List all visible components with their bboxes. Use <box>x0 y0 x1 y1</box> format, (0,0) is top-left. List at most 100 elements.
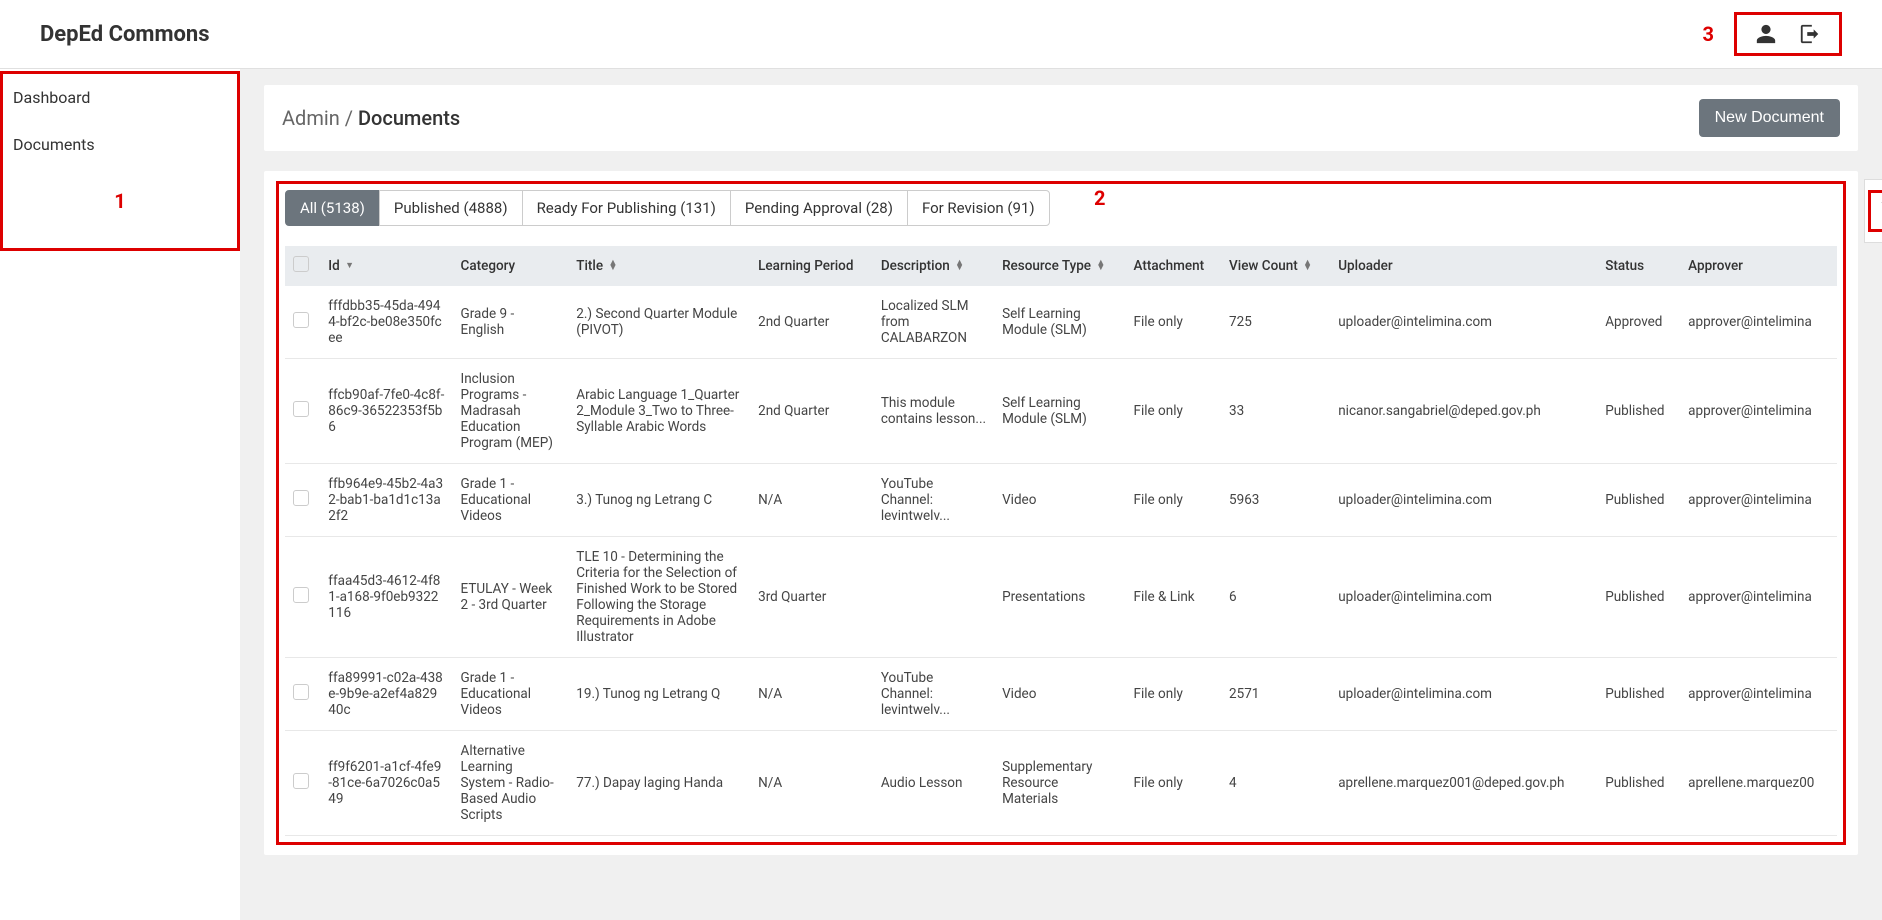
cell-category: Alternative Learning System - Radio-Base… <box>453 731 569 836</box>
col-check <box>285 246 320 286</box>
col-approver-label: Approver <box>1688 258 1743 274</box>
cell-status: Published <box>1597 731 1680 836</box>
table-row[interactable]: ffcb90af-7fe0-4c8f-86c9-36522353f5b6Incl… <box>285 359 1837 464</box>
tab-0[interactable]: All (5138) <box>285 190 380 226</box>
table-row[interactable]: ffb964e9-45b2-4a32-bab1-ba1d1c13a2f2Grad… <box>285 464 1837 537</box>
cell-id: ffaa45d3-4612-4f81-a168-9f0eb9322116 <box>320 537 452 658</box>
col-attachment[interactable]: Attachment <box>1126 246 1222 286</box>
col-resource-type-label: Resource Type <box>1002 258 1091 274</box>
cell-approver: approver@intelimina <box>1680 658 1837 731</box>
tab-1[interactable]: Published (4888) <box>379 190 523 226</box>
status-tabs: All (5138)Published (4888)Ready For Publ… <box>285 190 1837 226</box>
col-attachment-label: Attachment <box>1134 258 1205 274</box>
breadcrumb-current: Documents <box>358 106 460 130</box>
cell-id: ff9f6201-a1cf-4fe9-81ce-6a7026c0a549 <box>320 731 452 836</box>
layout: Dashboard Documents 1 Admin / Documents … <box>0 69 1882 920</box>
col-category-label: Category <box>461 258 516 274</box>
table-row[interactable]: ffaa45d3-4612-4f81-a168-9f0eb9322116ETUL… <box>285 537 1837 658</box>
cell-uploader: nicanor.sangabriel@deped.gov.ph <box>1330 359 1597 464</box>
cell-uploader: uploader@intelimina.com <box>1330 537 1597 658</box>
cell-view-count: 5963 <box>1221 464 1330 537</box>
annotation-box-3 <box>1734 12 1842 56</box>
cell-approver: approver@intelimina <box>1680 359 1837 464</box>
sort-desc-icon: ▼ <box>345 264 354 269</box>
table-row[interactable]: fffdbb35-45da-4944-bf2c-be08e350fceeGrad… <box>285 286 1837 359</box>
row-checkbox[interactable] <box>293 773 309 789</box>
row-checkbox[interactable] <box>293 401 309 417</box>
cell-attachment: File only <box>1126 359 1222 464</box>
page-header: Admin / Documents New Document <box>264 85 1858 151</box>
annotation-3-label: 3 <box>1703 22 1714 46</box>
sidebar-item-documents[interactable]: Documents <box>3 121 237 168</box>
cell-resource-type: Video <box>994 464 1125 537</box>
col-uploader[interactable]: Uploader <box>1330 246 1597 286</box>
cell-learning-period: 3rd Quarter <box>750 537 873 658</box>
col-description[interactable]: Description ▲▼ <box>873 246 994 286</box>
col-status[interactable]: Status <box>1597 246 1680 286</box>
cell-status: Published <box>1597 359 1680 464</box>
col-view-count-label: View Count <box>1229 258 1298 274</box>
table-row[interactable]: ff9f6201-a1cf-4fe9-81ce-6a7026c0a549Alte… <box>285 731 1837 836</box>
cell-title: Arabic Language 1_Quarter 2_Module 3_Two… <box>568 359 750 464</box>
row-checkbox[interactable] <box>293 684 309 700</box>
cell-resource-type: Video <box>994 658 1125 731</box>
cell-uploader: uploader@intelimina.com <box>1330 286 1597 359</box>
tab-4[interactable]: For Revision (91) <box>907 190 1050 226</box>
cell-title: 77.) Dapay laging Handa <box>568 731 750 836</box>
col-title-label: Title <box>576 258 603 274</box>
breadcrumb: Admin / Documents <box>282 106 460 130</box>
cell-resource-type: Presentations <box>994 537 1125 658</box>
cell-learning-period: N/A <box>750 658 873 731</box>
col-approver[interactable]: Approver <box>1680 246 1837 286</box>
cell-uploader: uploader@intelimina.com <box>1330 658 1597 731</box>
row-checkbox[interactable] <box>293 312 309 328</box>
col-id[interactable]: Id ▼ <box>320 246 452 286</box>
main-content: Admin / Documents New Document 2 All (51… <box>240 69 1882 920</box>
table-wrap: Id ▼ Category Title ▲▼ <box>285 246 1837 836</box>
cell-status: Published <box>1597 464 1680 537</box>
filter-panel: 4 <box>1864 179 1882 243</box>
cell-attachment: File only <box>1126 731 1222 836</box>
header-right: 3 <box>1703 12 1842 56</box>
col-resource-type[interactable]: Resource Type ▲▼ <box>994 246 1125 286</box>
cell-resource-type: Supplementary Resource Materials <box>994 731 1125 836</box>
cell-resource-type: Self Learning Module (SLM) <box>994 286 1125 359</box>
cell-category: Inclusion Programs - Madrasah Education … <box>453 359 569 464</box>
cell-view-count: 725 <box>1221 286 1330 359</box>
sort-icon: ▲▼ <box>1096 261 1105 271</box>
col-view-count[interactable]: View Count ▲▼ <box>1221 246 1330 286</box>
annotation-1-label: 1 <box>114 189 125 213</box>
cell-uploader: aprellene.marquez001@deped.gov.ph <box>1330 731 1597 836</box>
table-row[interactable]: ffa89991-c02a-438e-9b9e-a2ef4a82940cGrad… <box>285 658 1837 731</box>
tab-2[interactable]: Ready For Publishing (131) <box>522 190 731 226</box>
breadcrumb-root[interactable]: Admin <box>282 106 340 130</box>
sidebar: Dashboard Documents 1 <box>0 69 240 920</box>
row-checkbox[interactable] <box>293 587 309 603</box>
col-learning-period[interactable]: Learning Period <box>750 246 873 286</box>
cell-id: ffa89991-c02a-438e-9b9e-a2ef4a82940c <box>320 658 452 731</box>
col-title[interactable]: Title ▲▼ <box>568 246 750 286</box>
cell-id: fffdbb35-45da-4944-bf2c-be08e350fcee <box>320 286 452 359</box>
table-header-row: Id ▼ Category Title ▲▼ <box>285 246 1837 286</box>
row-checkbox[interactable] <box>293 490 309 506</box>
cell-attachment: File only <box>1126 658 1222 731</box>
tab-3[interactable]: Pending Approval (28) <box>730 190 908 226</box>
brand-title: DepEd Commons <box>40 22 210 47</box>
sidebar-item-dashboard[interactable]: Dashboard <box>3 74 237 121</box>
col-category[interactable]: Category <box>453 246 569 286</box>
cell-description <box>873 537 994 658</box>
cell-description: YouTube Channel: levintwelv... <box>873 658 994 731</box>
select-all-checkbox[interactable] <box>293 256 309 272</box>
logout-icon[interactable] <box>1799 23 1821 45</box>
cell-id: ffcb90af-7fe0-4c8f-86c9-36522353f5b6 <box>320 359 452 464</box>
table-body: fffdbb35-45da-4944-bf2c-be08e350fceeGrad… <box>285 286 1837 836</box>
user-icon[interactable] <box>1755 23 1777 45</box>
cell-title: 2.) Second Quarter Module (PIVOT) <box>568 286 750 359</box>
cell-learning-period: 2nd Quarter <box>750 286 873 359</box>
cell-id: ffb964e9-45b2-4a32-bab1-ba1d1c13a2f2 <box>320 464 452 537</box>
cell-category: ETULAY - Week 2 - 3rd Quarter <box>453 537 569 658</box>
new-document-button[interactable]: New Document <box>1699 99 1840 137</box>
cell-attachment: File only <box>1126 286 1222 359</box>
cell-view-count: 2571 <box>1221 658 1330 731</box>
cell-approver: aprellene.marquez00 <box>1680 731 1837 836</box>
